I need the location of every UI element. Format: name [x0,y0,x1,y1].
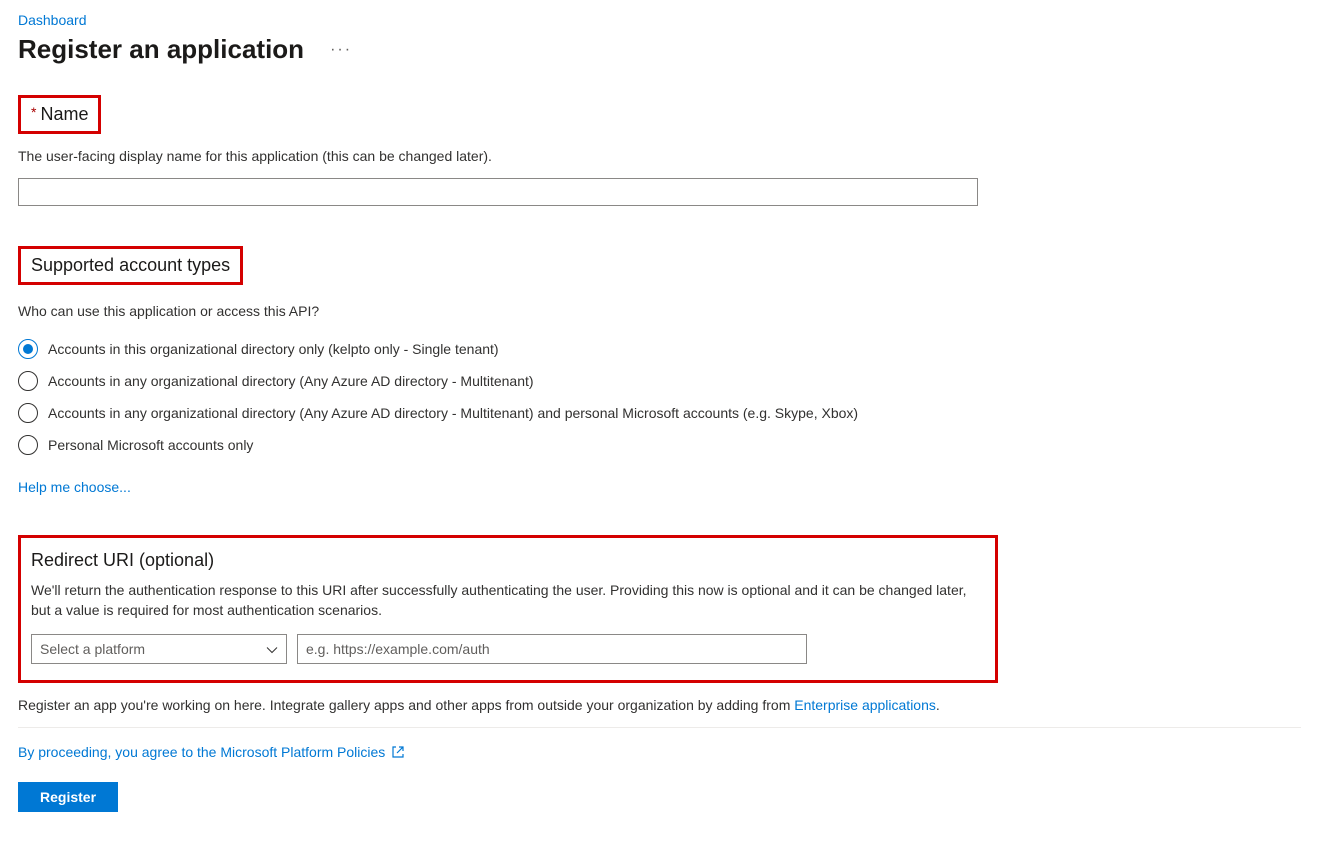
page-title: Register an application [18,34,304,65]
redirect-description: We'll return the authentication response… [31,581,985,620]
app-name-input[interactable] [18,178,978,206]
page-title-row: Register an application ··· [18,34,1301,65]
account-type-option-1[interactable]: Accounts in any organizational directory… [18,365,1301,397]
name-section: *Name The user-facing display name for t… [18,95,1301,206]
name-help-text: The user-facing display name for this ap… [18,148,1301,164]
footer-divider [18,727,1301,728]
redirect-heading: Redirect URI (optional) [31,550,985,571]
name-label: Name [40,104,88,124]
radio-label: Accounts in any organizational directory… [48,405,858,421]
radio-icon [18,435,38,455]
policy-row: By proceeding, you agree to the Microsof… [18,744,1301,760]
help-me-choose-link[interactable]: Help me choose... [18,479,131,495]
redirect-uri-input[interactable] [297,634,807,664]
enterprise-applications-link[interactable]: Enterprise applications [794,697,936,713]
chevron-down-icon [266,643,278,655]
required-asterisk: * [31,104,36,120]
account-types-section: Supported account types Who can use this… [18,246,1301,495]
footer-text-before: Register an app you're working on here. … [18,697,794,713]
account-type-option-0[interactable]: Accounts in this organizational director… [18,333,1301,365]
account-types-heading: Supported account types [31,255,230,275]
redirect-highlight: Redirect URI (optional) We'll return the… [18,535,998,683]
footer-text: Register an app you're working on here. … [18,697,1301,713]
radio-label: Accounts in any organizational directory… [48,373,534,389]
register-button[interactable]: Register [18,782,118,812]
radio-icon [18,339,38,359]
platform-select-value: Select a platform [40,641,145,657]
footer-text-after: . [936,697,940,713]
account-types-question: Who can use this application or access t… [18,303,1301,319]
redirect-section: Redirect URI (optional) We'll return the… [18,535,1301,683]
name-heading: *Name [31,104,88,124]
radio-icon [18,403,38,423]
account-types-radio-group: Accounts in this organizational director… [18,333,1301,461]
redirect-controls: Select a platform [31,634,985,664]
breadcrumb: Dashboard [18,12,1301,28]
account-types-heading-highlight: Supported account types [18,246,243,285]
account-type-option-3[interactable]: Personal Microsoft accounts only [18,429,1301,461]
radio-icon [18,371,38,391]
radio-label: Personal Microsoft accounts only [48,437,253,453]
name-heading-highlight: *Name [18,95,101,134]
more-actions-button[interactable]: ··· [322,37,360,63]
external-link-icon [391,745,405,759]
radio-label: Accounts in this organizational director… [48,341,499,357]
breadcrumb-dashboard-link[interactable]: Dashboard [18,12,87,28]
platform-policies-link[interactable]: By proceeding, you agree to the Microsof… [18,744,385,760]
account-type-option-2[interactable]: Accounts in any organizational directory… [18,397,1301,429]
platform-select[interactable]: Select a platform [31,634,287,664]
